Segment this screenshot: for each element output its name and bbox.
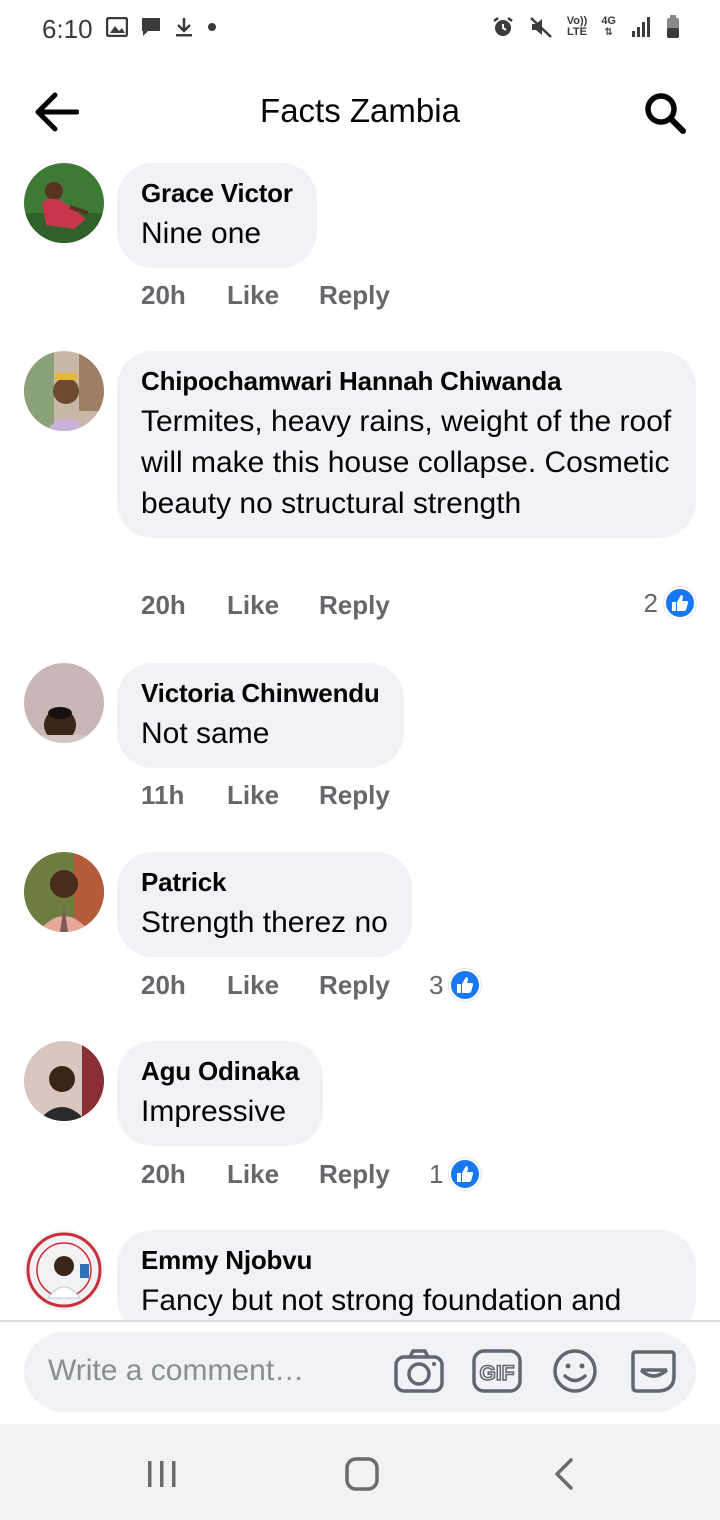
avatar[interactable]: [24, 663, 104, 743]
recent-apps-icon: [148, 1461, 176, 1487]
comment-bubble[interactable]: Grace Victor Nine one: [117, 163, 317, 268]
gif-icon[interactable]: GIF: [470, 1344, 524, 1398]
avatar[interactable]: [24, 1230, 104, 1310]
composer-icons: GIF: [392, 1344, 680, 1398]
network-label: 4G: [601, 15, 616, 27]
download-icon: [174, 16, 194, 38]
volte-label-bottom: LTE: [567, 26, 587, 38]
comment-meta: 11h Like Reply: [141, 780, 390, 811]
battery-icon: [666, 15, 680, 39]
reaction-summary[interactable]: 1: [429, 1158, 482, 1190]
comment-text: Termites, heavy rains, weight of the roo…: [141, 405, 672, 520]
sticker-icon[interactable]: [626, 1344, 680, 1398]
avatar[interactable]: [24, 1041, 104, 1121]
signal-icon: [630, 16, 652, 38]
like-button[interactable]: Like: [227, 590, 319, 621]
comment-input-placeholder[interactable]: Write a comment…: [48, 1354, 304, 1388]
reply-button[interactable]: Reply: [319, 590, 390, 621]
comment-author[interactable]: Patrick: [141, 866, 388, 898]
comment-bubble[interactable]: Chipochamwari Hannah Chiwanda Termites, …: [117, 351, 696, 538]
reaction-summary[interactable]: 3: [429, 969, 482, 1001]
like-button[interactable]: Like: [227, 1159, 319, 1190]
chevron-left-icon: [555, 1458, 573, 1490]
comment-author[interactable]: Victoria Chinwendu: [141, 677, 380, 709]
emoji-icon[interactable]: [548, 1344, 602, 1398]
like-button[interactable]: Like: [227, 970, 319, 1001]
reaction-count: 1: [429, 1158, 444, 1189]
comment-author[interactable]: Agu Odinaka: [141, 1055, 299, 1087]
thumbs-up-icon: [449, 1158, 482, 1190]
system-navigation-bar: [0, 1424, 720, 1520]
comment-text: Not same: [141, 717, 270, 750]
chat-icon: [140, 16, 162, 38]
thumbs-up-icon: [664, 587, 696, 619]
comment-author[interactable]: Emmy Njobvu: [141, 1244, 672, 1276]
comment-time: 20h: [141, 969, 186, 1000]
avatar[interactable]: [24, 163, 104, 243]
comment-author[interactable]: Chipochamwari Hannah Chiwanda: [141, 365, 672, 397]
comment-time: 11h: [141, 780, 185, 810]
reaction-summary[interactable]: 2: [644, 587, 696, 619]
page-title: Facts Zambia: [260, 92, 460, 129]
volte-icon: Vo)) LTE: [567, 16, 588, 38]
comment-meta: 20h Like Reply 3: [141, 969, 482, 1001]
system-back-button[interactable]: [544, 1454, 584, 1494]
search-button[interactable]: [640, 88, 690, 138]
thumbs-up-icon: [449, 969, 482, 1001]
status-bar: 6:10 Vo)) LTE 4G ⇅: [0, 0, 720, 60]
search-icon: [645, 93, 686, 134]
dot-icon: [206, 21, 218, 33]
reaction-count: 2: [643, 587, 658, 618]
comment-time: 20h: [141, 1158, 186, 1189]
status-left-icons: [106, 16, 218, 38]
comment-bubble[interactable]: Agu Odinaka Impressive: [117, 1041, 324, 1146]
avatar[interactable]: [24, 351, 104, 431]
comment-text: Strength therez no: [141, 906, 388, 939]
comment-time: 20h: [141, 280, 186, 310]
comment-meta: 20h Like Reply: [141, 280, 390, 311]
comment-time: 20h: [141, 590, 186, 620]
alarm-icon: [491, 15, 515, 39]
home-button[interactable]: [342, 1454, 382, 1494]
like-button[interactable]: Like: [227, 780, 319, 811]
mute-icon: [529, 15, 553, 39]
home-icon: [345, 1457, 379, 1491]
comment-meta: 20h Like Reply: [141, 590, 390, 621]
like-button[interactable]: Like: [227, 280, 319, 311]
comments-list: Grace Victor Nine one 20h Like Reply Chi…: [0, 160, 720, 1320]
comment-input[interactable]: Write a comment… GIF: [24, 1332, 696, 1412]
camera-icon[interactable]: [392, 1344, 446, 1398]
comment-meta: 20h Like Reply 1: [141, 1158, 482, 1190]
comment-bubble[interactable]: Victoria Chinwendu Not same: [117, 663, 404, 768]
comment-bubble[interactable]: Patrick Strength therez no: [117, 852, 412, 957]
comment-bubble[interactable]: Emmy Njobvu Fancy but not strong foundat…: [117, 1230, 696, 1320]
status-time: 6:10: [42, 14, 93, 44]
reply-button[interactable]: Reply: [319, 280, 390, 311]
status-right-icons: Vo)) LTE 4G ⇅: [491, 15, 680, 39]
reply-button[interactable]: Reply: [319, 1159, 429, 1190]
reply-button[interactable]: Reply: [319, 780, 390, 811]
comment-text: Fancy but not strong foundation and: [141, 1284, 622, 1317]
reply-button[interactable]: Reply: [319, 970, 429, 1001]
comment-text: Impressive: [141, 1095, 287, 1128]
avatar[interactable]: [24, 852, 104, 932]
recent-apps-button[interactable]: [142, 1454, 182, 1494]
image-icon: [106, 17, 128, 37]
comment-text: Nine one: [141, 217, 262, 250]
4g-icon: 4G ⇅: [601, 15, 616, 39]
header: Facts Zambia: [0, 60, 720, 160]
comment-composer-bar: Write a comment… GIF: [0, 1320, 720, 1424]
comment-author[interactable]: Grace Victor: [141, 177, 293, 209]
gif-label: GIF: [480, 1362, 515, 1385]
reaction-count: 3: [429, 969, 444, 1000]
